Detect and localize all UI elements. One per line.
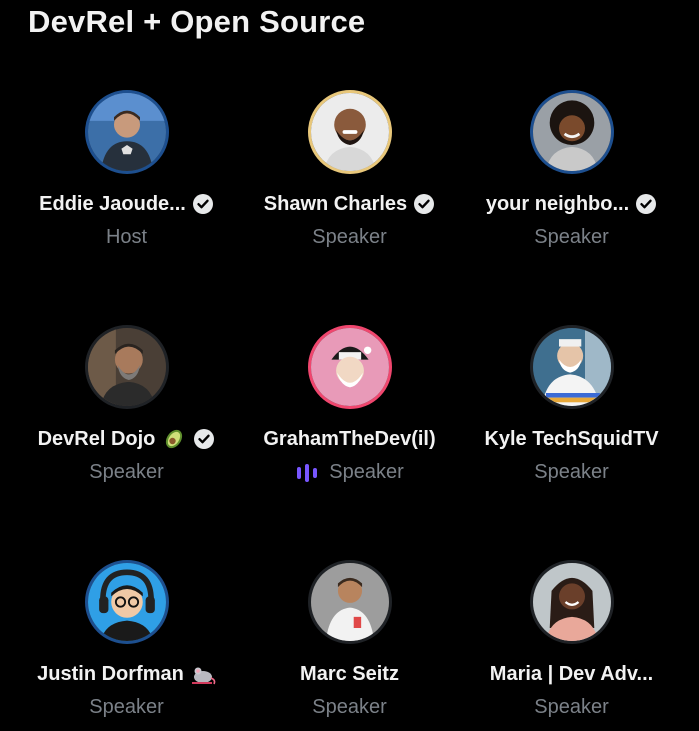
participant-role: Speaker bbox=[312, 226, 387, 248]
participant-role: Host bbox=[105, 226, 148, 248]
participant-name: Marc Seitz bbox=[300, 662, 399, 685]
participant-name-row: Kyle TechSquidTV bbox=[455, 426, 688, 452]
avatar-kyle[interactable] bbox=[529, 325, 614, 409]
verified-badge-icon bbox=[192, 193, 214, 215]
participant-name: Shawn Charles bbox=[263, 192, 408, 215]
verified-badge-icon bbox=[413, 193, 435, 215]
participant-role-row: Speaker bbox=[233, 226, 466, 249]
avatar-maria[interactable] bbox=[529, 560, 614, 644]
participant-name: Kyle TechSquidTV bbox=[484, 427, 659, 450]
participant-name: Eddie Jaoude... bbox=[39, 192, 186, 215]
verified-badge-icon bbox=[635, 193, 657, 215]
participant-name-row: your neighbo... bbox=[455, 191, 688, 217]
verified-badge-icon bbox=[193, 428, 215, 450]
participant-role: Speaker bbox=[534, 461, 609, 483]
participant-role: Speaker bbox=[329, 461, 404, 483]
participant-name: Maria | Dev Adv... bbox=[489, 662, 654, 685]
avatar-justin[interactable] bbox=[84, 560, 169, 644]
participant-role: Speaker bbox=[312, 696, 387, 718]
participant-name-row: GrahamTheDev(il) bbox=[233, 426, 466, 452]
participant-role: Speaker bbox=[534, 226, 609, 248]
avatar-marc[interactable] bbox=[307, 560, 392, 644]
mouse-icon bbox=[190, 663, 216, 685]
avatar-dojo[interactable] bbox=[84, 325, 169, 409]
avatar-shawn[interactable] bbox=[307, 90, 392, 174]
participant-role-row: Speaker bbox=[10, 696, 243, 719]
participant-name: your neighbo... bbox=[485, 192, 630, 215]
participant-role-row: Speaker bbox=[10, 461, 243, 484]
participant-role-row: Speaker bbox=[233, 461, 466, 484]
participant-role: Speaker bbox=[89, 461, 164, 483]
participant-role-row: Speaker bbox=[455, 696, 688, 719]
participant-name: DevRel Dojo bbox=[37, 427, 156, 450]
participant-name: GrahamTheDev(il) bbox=[263, 427, 436, 450]
participant-role: Speaker bbox=[89, 696, 164, 718]
avatar-eddie[interactable] bbox=[84, 90, 169, 174]
participant-name-row: Maria | Dev Adv... bbox=[455, 661, 688, 687]
participant-role: Speaker bbox=[534, 696, 609, 718]
speaking-indicator-icon bbox=[295, 463, 319, 482]
participant-role-row: Host bbox=[10, 226, 243, 249]
participant-name-row: Marc Seitz bbox=[233, 661, 466, 687]
participant-role-row: Speaker bbox=[455, 461, 688, 484]
participant-name-row: DevRel Dojo bbox=[10, 426, 243, 452]
participant-name-row: Justin Dorfman bbox=[10, 661, 243, 687]
participant-name: Justin Dorfman bbox=[37, 662, 184, 685]
participants-grid: Eddie Jaoude... Host Shawn Charles Speak… bbox=[0, 0, 699, 731]
participant-role-row: Speaker bbox=[233, 696, 466, 719]
avatar-neighbor[interactable] bbox=[529, 90, 614, 174]
participant-name-row: Eddie Jaoude... bbox=[10, 191, 243, 217]
participant-name-row: Shawn Charles bbox=[233, 191, 466, 217]
participant-role-row: Speaker bbox=[455, 226, 688, 249]
avatar-graham[interactable] bbox=[307, 325, 392, 409]
avocado-icon bbox=[161, 428, 187, 450]
